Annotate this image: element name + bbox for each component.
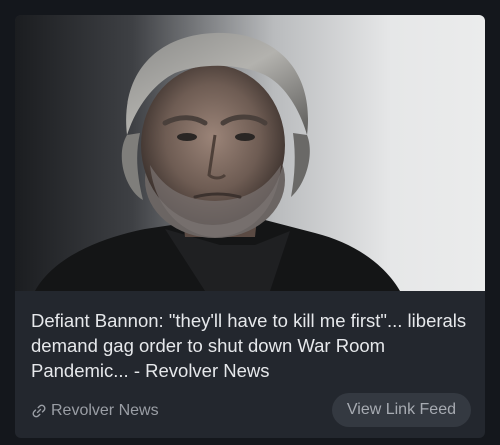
- article-title[interactable]: Defiant Bannon: "they'll have to kill me…: [31, 308, 471, 383]
- link-icon: [31, 403, 47, 419]
- source-name: Revolver News: [51, 402, 159, 419]
- view-link-feed-button[interactable]: View Link Feed: [331, 393, 471, 427]
- card-footer: Revolver News View Link Feed: [15, 393, 485, 429]
- link-preview-card[interactable]: Defiant Bannon: "they'll have to kill me…: [15, 15, 485, 438]
- article-thumbnail[interactable]: [15, 15, 485, 291]
- portrait-illustration: [35, 32, 400, 291]
- source-link[interactable]: Revolver News: [31, 401, 159, 421]
